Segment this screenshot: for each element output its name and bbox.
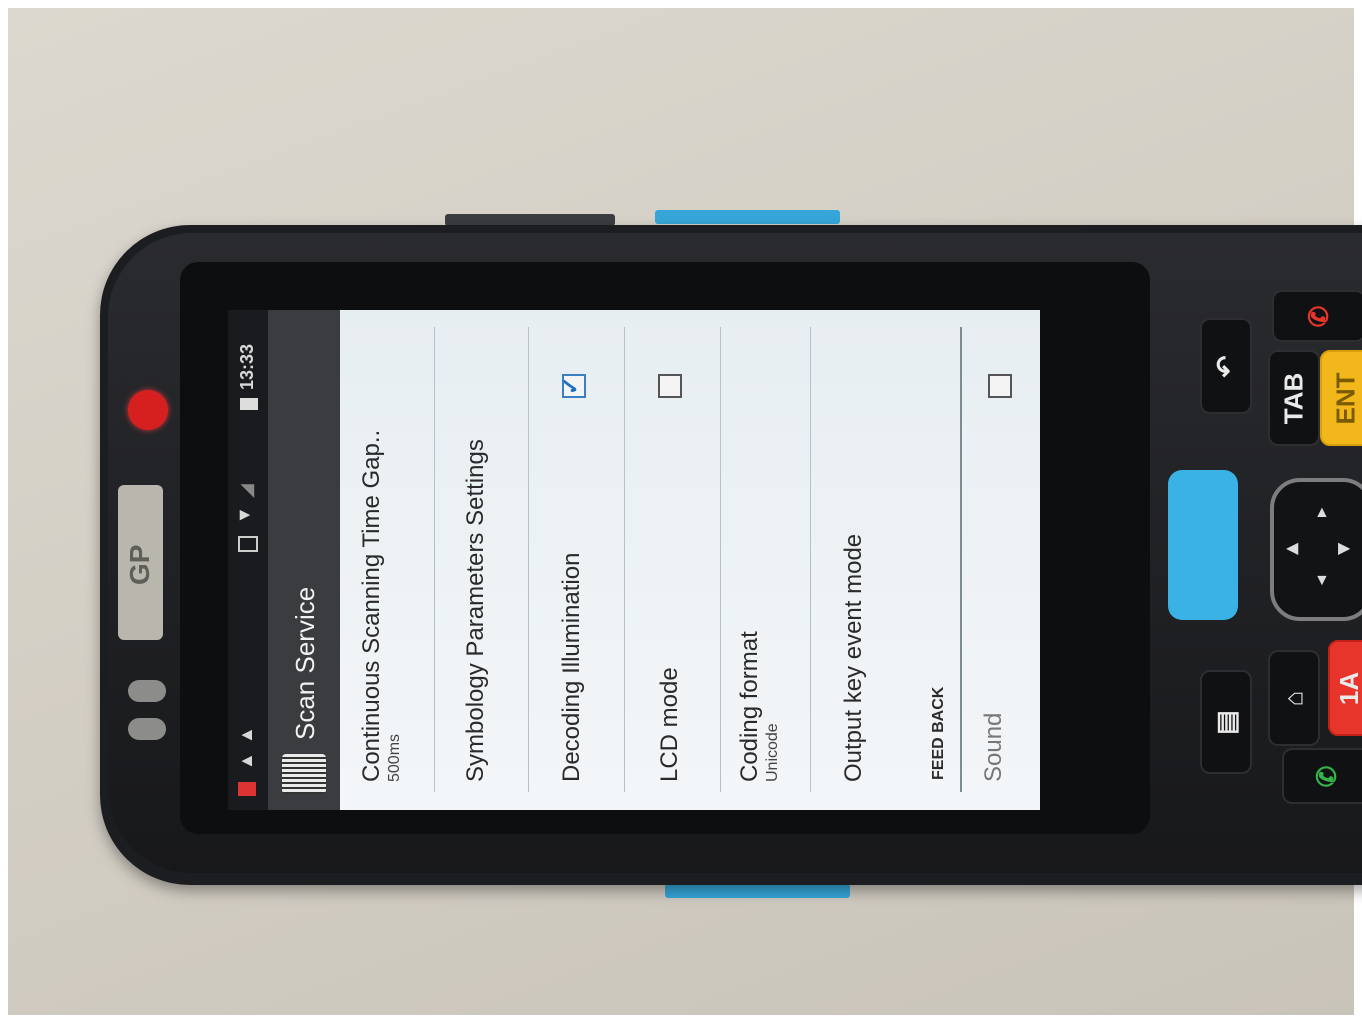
setting-title: Output key event mode (840, 533, 867, 782)
sd-card-icon (238, 782, 256, 796)
app-title: Scan Service (290, 586, 320, 740)
menu-key[interactable]: ▤ (1200, 670, 1252, 774)
settings-list: Continuous Scanning Time Gap.. 500ms Sym… (340, 310, 1040, 810)
title-bar: Scan Service (268, 310, 340, 810)
setting-title: Sound (980, 712, 1007, 782)
status-bar: ▲ ▲ ▼ ◢ 13:33 (228, 310, 268, 810)
status-led (128, 390, 168, 430)
screen-content: ▲ ▲ ▼ ◢ 13:33 Scan Service Continuous Sc… (228, 310, 1040, 810)
number-key-1[interactable]: 1A (1328, 640, 1362, 736)
lcd-mode-checkbox[interactable] (658, 374, 682, 398)
arrow-right-icon: ▼ (1314, 572, 1330, 589)
end-call-icon: ✆ (1303, 305, 1334, 327)
speaker-pill (128, 680, 166, 702)
setting-title: Continuous Scanning Time Gap.. (358, 429, 385, 782)
setting-summary: 500ms (386, 733, 403, 782)
side-scan-button-bottom[interactable] (665, 884, 850, 898)
list-item[interactable]: Coding format Unicode (736, 342, 782, 782)
list-item[interactable]: Decoding Illumination (558, 342, 586, 782)
call-key[interactable]: ✆ (1282, 748, 1362, 804)
home-key[interactable]: ⌂ (1268, 650, 1320, 746)
divider (434, 327, 435, 792)
side-scan-button-top[interactable] (655, 210, 840, 224)
warning-icon: ▲ (236, 726, 256, 744)
divider (810, 327, 811, 792)
setting-title: Decoding Illumination (558, 552, 585, 782)
brand-logo: GP (124, 544, 155, 586)
list-item[interactable]: Symbology Parameters Settings (462, 342, 490, 782)
dpad[interactable]: ◀ ▶ ▲ ▼ (1270, 478, 1362, 621)
home-icon: ⌂ (1278, 690, 1309, 706)
setting-title: LCD mode (656, 667, 683, 782)
setting-title: Symbology Parameters Settings (462, 439, 489, 782)
list-item[interactable]: Continuous Scanning Time Gap.. 500ms (358, 342, 404, 782)
sim-icon (238, 536, 258, 552)
section-header: FEED BACK (930, 686, 947, 780)
decoding-illumination-checkbox[interactable] (562, 374, 586, 398)
menu-icon: ▤ (1210, 709, 1241, 735)
call-icon: ✆ (1311, 765, 1342, 787)
ent-key-label: ENT (1330, 372, 1361, 424)
divider (624, 327, 625, 792)
end-call-key[interactable]: ✆ (1272, 290, 1362, 342)
divider (720, 327, 721, 792)
sound-checkbox[interactable] (988, 374, 1012, 398)
arrow-up-icon: ◀ (1286, 540, 1299, 557)
tab-key[interactable]: TAB (1268, 350, 1320, 446)
warning-icon: ▲ (236, 752, 256, 770)
tab-key-label: TAB (1278, 372, 1309, 424)
status-time: 13:33 (237, 343, 257, 390)
divider (528, 327, 529, 792)
list-item[interactable]: LCD mode (656, 342, 684, 782)
speaker-pill (128, 718, 166, 740)
wifi-icon: ▼ (234, 506, 254, 524)
number-key-label: 1A (1334, 671, 1362, 705)
section-divider (960, 327, 962, 792)
arrow-down-icon: ▶ (1338, 540, 1351, 557)
battery-icon (240, 398, 258, 410)
setting-summary: Unicode (764, 723, 781, 782)
list-item[interactable]: Sound (980, 342, 1008, 782)
device-screen: ▲ ▲ ▼ ◢ 13:33 Scan Service Continuous Sc… (228, 310, 1040, 810)
back-icon: ↶ (1210, 355, 1241, 377)
list-item[interactable]: Output key event mode (840, 342, 868, 782)
back-key[interactable]: ↶ (1200, 318, 1252, 414)
signal-icon: ◢ (236, 484, 256, 498)
barcode-icon (282, 754, 326, 794)
ent-key[interactable]: ENT (1320, 350, 1362, 446)
arrow-left-icon: ▲ (1314, 504, 1330, 521)
setting-title: Coding format (736, 631, 763, 782)
scan-trigger-button[interactable] (1168, 470, 1238, 620)
